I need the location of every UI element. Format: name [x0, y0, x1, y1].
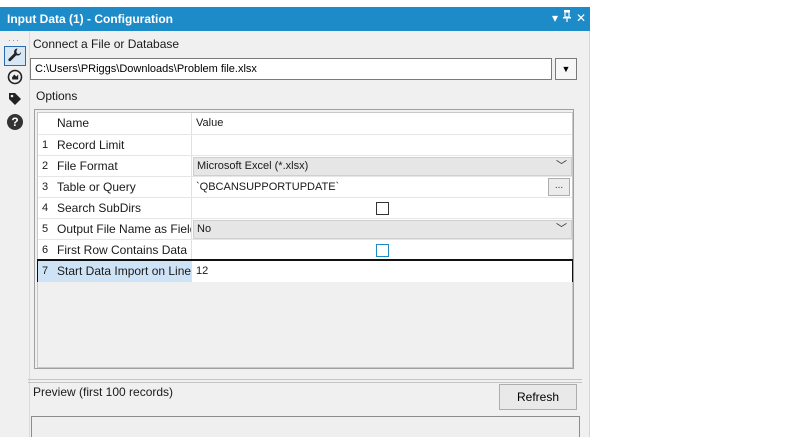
file-path-input[interactable] [30, 58, 552, 80]
options-grid-body: Name Value 1 Record Limit 2 File Format … [37, 112, 573, 368]
grid-header-row: Name Value [38, 113, 572, 134]
output-file-name-value: No [197, 223, 212, 235]
chevron-down-icon: ▼ [561, 64, 571, 74]
start-line-input[interactable]: 12 [192, 261, 572, 282]
wrench-icon [7, 47, 23, 66]
file-format-value: Microsoft Excel (*.xlsx) [197, 160, 309, 172]
refresh-button[interactable]: Refresh [499, 384, 577, 410]
divider [28, 382, 582, 383]
configuration-tool-button[interactable] [4, 46, 26, 66]
tool-strip: ··· ? [0, 31, 30, 437]
column-header-name: Name [57, 116, 90, 130]
search-subdirs-cell [192, 198, 572, 219]
row-name-search-subdirs: Search SubDirs [56, 198, 192, 219]
table-query-cell[interactable]: `QBCANSUPPORTUPDATE` ... [192, 177, 572, 198]
table-row[interactable]: 4 Search SubDirs [38, 197, 572, 219]
configuration-panel: Input Data (1) - Configuration ▾ ✕ ··· ?… [0, 7, 590, 437]
title-bar: Input Data (1) - Configuration ▾ ✕ [0, 7, 590, 31]
annotation-tool-button[interactable] [4, 68, 26, 88]
metadata-tool-button[interactable] [4, 90, 26, 110]
close-icon[interactable]: ✕ [575, 10, 587, 26]
row-name-first-row-data: First Row Contains Data [56, 240, 192, 261]
window-title: Input Data (1) - Configuration [7, 12, 173, 26]
row-number: 5 [38, 219, 56, 240]
output-file-name-select[interactable]: No ﹀ [193, 220, 572, 239]
preview-label: Preview (first 100 records) [33, 385, 174, 399]
row-number: 7 [38, 261, 56, 282]
grid-header-num [38, 113, 56, 134]
record-limit-input[interactable] [192, 135, 572, 156]
start-line-value: 12 [196, 265, 209, 277]
annotation-icon [7, 69, 23, 88]
chevron-down-icon: ﹀ [556, 223, 567, 235]
row-number: 4 [38, 198, 56, 219]
row-number: 2 [38, 156, 56, 177]
file-format-cell: Microsoft Excel (*.xlsx) ﹀ [192, 156, 572, 177]
options-label: Options [36, 89, 78, 103]
table-row[interactable]: 7 Start Data Import on Line 12 [37, 259, 573, 282]
table-query-value: `QBCANSUPPORTUPDATE` [196, 181, 340, 193]
table-row[interactable]: 3 Table or Query `QBCANSUPPORTUPDATE` ..… [38, 176, 572, 198]
chevron-down-icon: ﹀ [556, 160, 567, 172]
first-row-data-cell [192, 240, 572, 261]
help-icon: ? [7, 114, 23, 130]
table-row[interactable]: 5 Output File Name as Field No ﹀ [38, 218, 572, 240]
first-row-data-checkbox[interactable] [376, 244, 389, 257]
grip-handle: ··· [8, 35, 20, 45]
table-row[interactable]: 2 File Format Microsoft Excel (*.xlsx) ﹀ [38, 155, 572, 177]
grid-header-name: Name [56, 113, 192, 134]
row-name-table-or-query: Table or Query [56, 177, 192, 198]
row-name-file-format: File Format [56, 156, 192, 177]
app-root: Input Data (1) - Configuration ▾ ✕ ··· ?… [0, 0, 787, 437]
row-number: 1 [38, 135, 56, 156]
table-row[interactable]: 6 First Row Contains Data [38, 239, 572, 261]
row-name-output-file-name: Output File Name as Field [56, 219, 192, 240]
preview-area [31, 416, 580, 437]
row-number: 6 [38, 240, 56, 261]
table-query-browse-button[interactable]: ... [548, 178, 570, 196]
row-number: 3 [38, 177, 56, 198]
help-tool-button[interactable]: ? [4, 112, 26, 132]
search-subdirs-checkbox[interactable] [376, 202, 389, 215]
path-dropdown-button[interactable]: ▼ [555, 58, 577, 80]
file-format-select[interactable]: Microsoft Excel (*.xlsx) ﹀ [193, 157, 572, 176]
pin-icon[interactable] [561, 10, 573, 26]
connect-label: Connect a File or Database [33, 37, 180, 51]
row-name-start-line: Start Data Import on Line [56, 261, 192, 282]
chevron-down-icon[interactable]: ▾ [549, 10, 561, 26]
row-name-record-limit: Record Limit [56, 135, 192, 156]
table-row[interactable]: 1 Record Limit [38, 134, 572, 156]
column-header-value: Value [196, 117, 224, 129]
options-grid: Name Value 1 Record Limit 2 File Format … [34, 109, 574, 369]
divider [28, 379, 582, 380]
tag-icon [7, 91, 23, 110]
grid-header-value: Value [192, 113, 572, 134]
output-file-name-cell: No ﹀ [192, 219, 572, 240]
